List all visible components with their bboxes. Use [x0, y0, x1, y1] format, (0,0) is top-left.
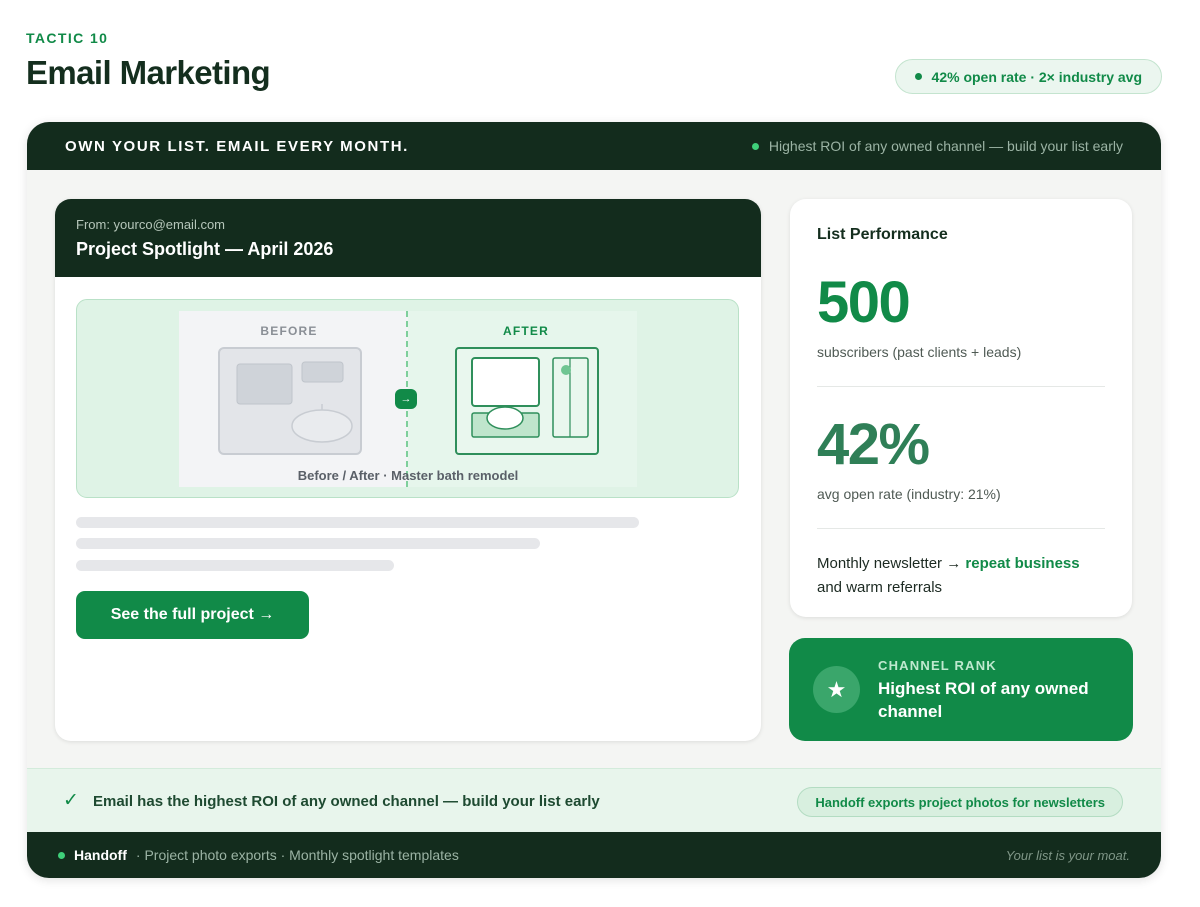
tactic-card: OWN YOUR LIST. EMAIL EVERY MONTH. Highes…: [27, 122, 1161, 878]
see-full-project-button[interactable]: See the full project →: [76, 591, 309, 639]
page-title: Email Marketing: [26, 54, 271, 91]
status-dot-icon: [914, 73, 922, 80]
placeholder-text-line: [76, 538, 540, 549]
open-rate-pill: 42% open rate · 2× industry avg: [894, 59, 1162, 94]
footer-strip: ✓ Email has the highest ROI of any owned…: [27, 768, 1161, 832]
email-header: From: yourco@email.com Project Spotlight…: [55, 199, 761, 277]
placeholder-text-line: [76, 517, 639, 528]
photo-caption: Before / After · Master bath remodel: [297, 468, 519, 483]
before-label: BEFORE: [260, 324, 318, 338]
divider: [817, 386, 1105, 387]
channel-rank-text: Highest ROI of any owned channel: [878, 679, 1089, 721]
subscribers-caption: subscribers (past clients + leads): [817, 344, 1022, 360]
email-from: From: yourco@email.com: [76, 217, 226, 232]
banner: OWN YOUR LIST. EMAIL EVERY MONTH. Highes…: [27, 122, 1161, 170]
after-label: AFTER: [503, 324, 549, 338]
open-rate-pill-label: 42% open rate · 2× industry avg: [931, 68, 1142, 85]
open-rate-caption: avg open rate (industry: 21%): [817, 486, 1001, 502]
banner-title: OWN YOUR LIST. EMAIL EVERY MONTH.: [65, 137, 409, 155]
banner-note-text: Highest ROI of any owned channel — build…: [768, 138, 1123, 154]
bottom-bar-left: Handoff · Project photo exports · Monthl…: [58, 847, 459, 863]
list-performance-title: List Performance: [817, 226, 948, 243]
newsletter-note: Monthly newsletter → repeat business and…: [817, 552, 1105, 600]
newsletter-note-prefix: Monthly newsletter →: [817, 555, 966, 572]
star-icon: ★: [813, 666, 860, 713]
check-icon: ✓: [63, 790, 79, 811]
status-dot-icon: [751, 142, 759, 150]
email-preview: From: yourco@email.com Project Spotlight…: [55, 199, 761, 741]
list-performance-panel: List Performance 500 subscribers (past c…: [790, 199, 1132, 617]
bottom-bar: Handoff · Project photo exports · Monthl…: [27, 832, 1161, 878]
open-rate-value: 42%: [817, 412, 930, 477]
subscribers-value: 500: [817, 270, 911, 335]
channel-rank-kicker: CHANNEL RANK: [878, 658, 997, 673]
bottom-bar-tagline: Your list is your moat.: [1005, 847, 1130, 863]
footer-message: Email has the highest ROI of any owned c…: [93, 793, 600, 810]
divider: [817, 528, 1105, 529]
placeholder-text-line: [76, 560, 394, 571]
handoff-exports-pill: Handoff exports project photos for newsl…: [797, 787, 1123, 817]
email-subject: Project Spotlight — April 2026: [76, 239, 334, 259]
brand-name: Handoff: [74, 847, 127, 863]
banner-note: Highest ROI of any owned channel — build…: [751, 138, 1123, 154]
status-dot-icon: [58, 851, 65, 859]
newsletter-note-suffix: and warm referrals: [817, 579, 943, 596]
eyebrow-label: TACTIC 10: [26, 30, 109, 46]
channel-rank-card: ★ CHANNEL RANK Highest ROI of any owned …: [789, 638, 1133, 741]
newsletter-note-highlight: repeat business: [965, 555, 1080, 572]
arrow-right-icon[interactable]: →: [395, 389, 417, 409]
bottom-bar-details: · Project photo exports · Monthly spotli…: [135, 847, 459, 863]
before-after-image: BEFORE AFTER → Before / After · Master b…: [76, 299, 739, 498]
